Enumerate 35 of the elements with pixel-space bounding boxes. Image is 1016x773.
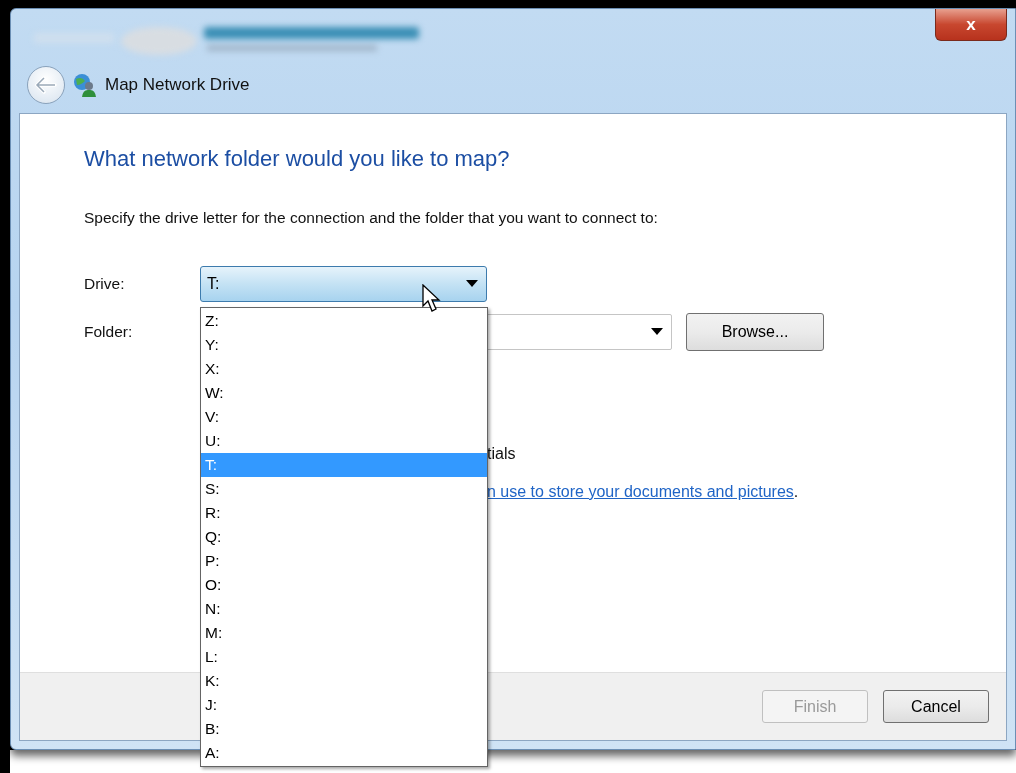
drive-label: Drive:: [84, 274, 126, 294]
link-sentence: n use to store your documents and pictures.: [487, 482, 799, 500]
dropdown-arrow-icon: [651, 328, 663, 336]
dropdown-option[interactable]: X:: [201, 357, 487, 381]
back-button[interactable]: [27, 66, 65, 104]
dropdown-option[interactable]: Z:: [201, 309, 487, 333]
dropdown-option[interactable]: N:: [201, 597, 487, 621]
dropdown-option[interactable]: Q:: [201, 525, 487, 549]
dropdown-option[interactable]: P:: [201, 549, 487, 573]
instruction-text: Specify the drive letter for the connection and the folder that you want to connect to:: [84, 208, 659, 229]
dropdown-arrow-icon: [466, 280, 478, 288]
dropdown-option[interactable]: W:: [201, 381, 487, 405]
back-arrow-icon: [35, 76, 57, 94]
browse-button[interactable]: Browse...: [686, 312, 824, 351]
dropdown-option[interactable]: S:: [201, 477, 487, 501]
dropdown-option[interactable]: O:: [201, 573, 487, 597]
dropdown-option[interactable]: J:: [201, 693, 487, 717]
close-button[interactable]: x: [935, 9, 1007, 41]
credentials-text: tials: [487, 444, 516, 462]
dropdown-option[interactable]: U:: [201, 429, 487, 453]
dropdown-option[interactable]: A:: [201, 741, 487, 765]
dropdown-option[interactable]: R:: [201, 501, 487, 525]
drive-dropdown[interactable]: T:: [200, 265, 487, 302]
dialog-heading: What network folder would you like to map?: [84, 146, 511, 173]
dropdown-option[interactable]: Y:: [201, 333, 487, 357]
dropdown-option[interactable]: V:: [201, 405, 487, 429]
cancel-button[interactable]: Cancel: [883, 690, 989, 723]
network-drive-icon: [73, 73, 97, 97]
dropdown-option[interactable]: M:: [201, 621, 487, 645]
folder-label: Folder:: [84, 322, 134, 342]
window-title: Map Network Drive: [105, 74, 250, 97]
dropdown-option[interactable]: K:: [201, 669, 487, 693]
dropdown-option[interactable]: B:: [201, 717, 487, 741]
dropdown-option[interactable]: L:: [201, 645, 487, 669]
link[interactable]: n use to store your documents and pictures: [487, 482, 794, 500]
